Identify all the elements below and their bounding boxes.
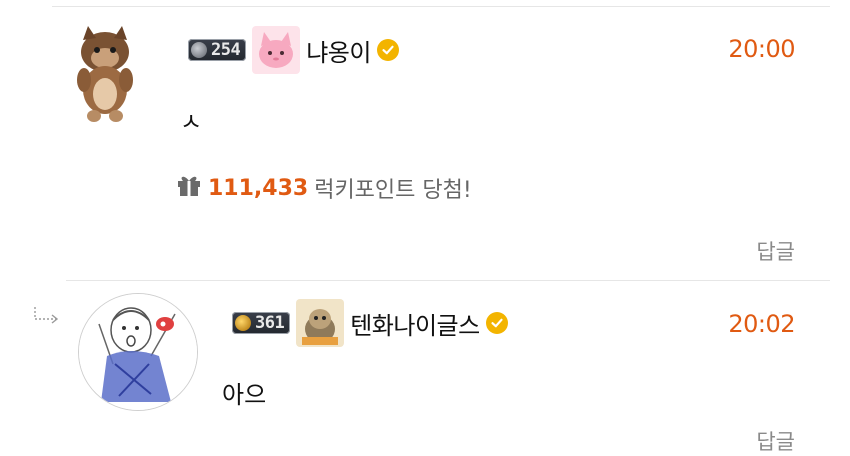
comment-text: 아으 [222,381,267,409]
level-number: 254 [211,40,241,60]
level-badge: 361 [232,312,291,334]
comment-time: 20:00 [728,35,795,63]
level-badge: 254 [188,39,247,61]
lucky-point-label: 럭키포인트 당첨! [314,178,472,203]
gift-icon [176,173,202,203]
verified-check-icon [485,312,508,334]
level-gem-icon [191,42,207,58]
avatar[interactable] [78,293,198,411]
level-number: 361 [255,313,285,333]
comment-meta: 361 텐화나이글스 [232,299,508,347]
reply-arrow-icon [32,305,62,329]
drawing-avatar-image [79,294,197,410]
reply-comment-item: 361 텐화나이글스 20:02 아으 답글 [0,281,850,456]
comment-meta: 254 냐옹이 [188,26,399,74]
cat-avatar-image [77,26,133,122]
reply-button[interactable]: 답글 [756,236,795,266]
nickname[interactable]: 냐옹이 [306,33,371,68]
comment-item: 254 냐옹이 20:00 ㅅ 111,433 럭키포인트 당첨! 답글 [0,0,850,280]
comment-time: 20:02 [728,310,795,338]
emblem-image [252,26,301,74]
avatar[interactable] [70,24,140,124]
emblem-image [296,299,345,347]
reply-button[interactable]: 답글 [756,426,795,456]
verified-check-icon [376,39,399,61]
lucky-point-amount: 111,433 [208,175,309,201]
nickname[interactable]: 텐화나이글스 [350,306,480,341]
lucky-point-notice: 111,433 럭키포인트 당첨! [176,172,472,204]
comment-text: ㅅ [180,108,203,136]
level-gem-icon [235,315,251,331]
